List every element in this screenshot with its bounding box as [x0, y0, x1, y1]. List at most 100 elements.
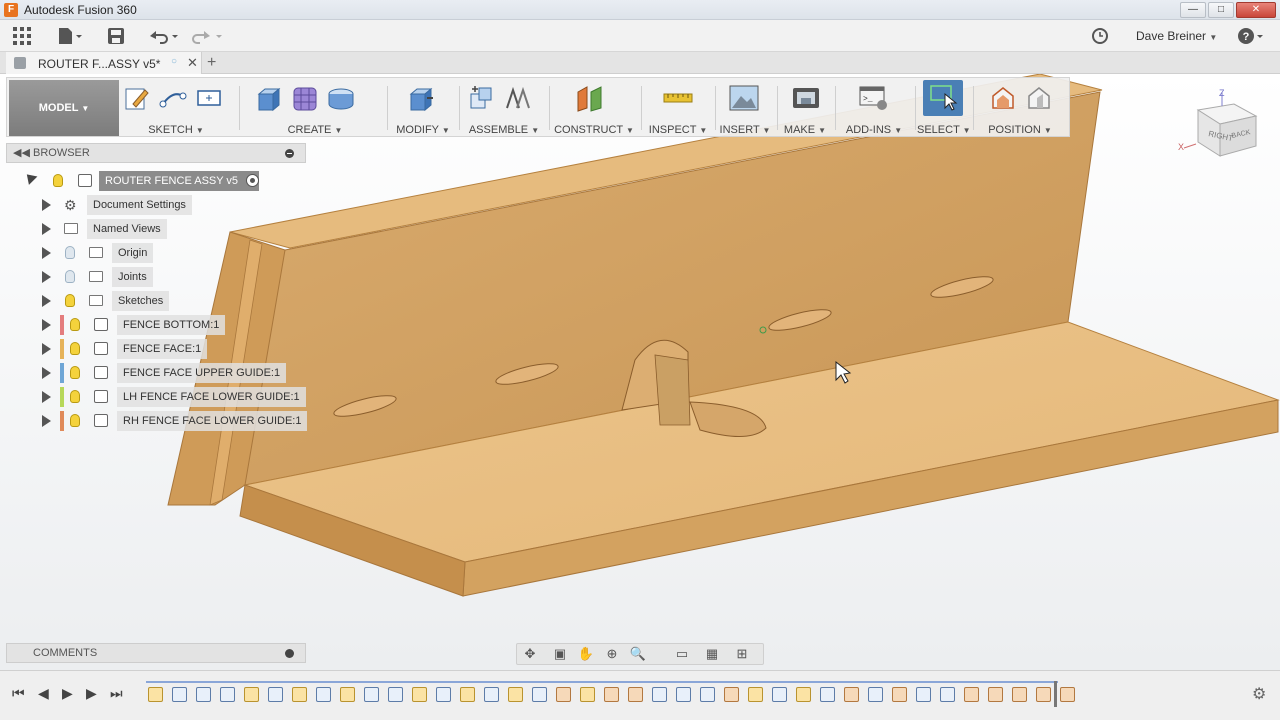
timeline-feature-icon[interactable] [508, 687, 523, 702]
form-icon[interactable] [291, 84, 319, 112]
select-icon[interactable] [929, 84, 958, 112]
position-group[interactable]: POSITION ▼ [977, 78, 1063, 136]
browser-item-origin[interactable]: Origin [40, 243, 220, 263]
expand-icon[interactable] [42, 391, 51, 403]
rectangle-icon[interactable] [195, 84, 223, 112]
expand-icon[interactable] [42, 343, 51, 355]
undo-icon[interactable] [146, 26, 180, 46]
visibility-bulb-icon[interactable] [70, 366, 80, 379]
redo-icon[interactable] [190, 26, 224, 46]
visibility-bulb-icon[interactable] [70, 318, 80, 331]
scripts-icon[interactable]: >_ [859, 84, 887, 112]
help-icon[interactable]: ? [1236, 26, 1266, 46]
timeline-feature-icon[interactable] [772, 687, 787, 702]
browser-item-joints[interactable]: Joints [40, 267, 220, 287]
expand-icon[interactable] [42, 319, 51, 331]
select-group[interactable]: SELECT ▼ [917, 78, 971, 136]
timeline-feature-icon[interactable] [244, 687, 259, 702]
timeline-feature-icon[interactable] [412, 687, 427, 702]
pan-hand-icon[interactable]: ✋ [577, 646, 595, 662]
timeline-feature-icon[interactable] [220, 687, 235, 702]
timeline-feature-icon[interactable] [676, 687, 691, 702]
timeline-feature-icon[interactable] [604, 687, 619, 702]
grid-settings-icon[interactable]: ▦ [703, 646, 721, 662]
expand-icon[interactable] [42, 223, 51, 235]
inspect-menu[interactable]: INSPECT ▼ [645, 124, 711, 136]
expand-icon[interactable] [42, 367, 51, 379]
revert-position-icon[interactable] [1025, 84, 1053, 112]
timeline-feature-icon[interactable] [868, 687, 883, 702]
timeline-feature-icon[interactable] [556, 687, 571, 702]
timeline-feature-icon[interactable] [1060, 687, 1075, 702]
timeline-feature-icon[interactable] [340, 687, 355, 702]
timeline-feature-icon[interactable] [436, 687, 451, 702]
assemble-menu[interactable]: ASSEMBLE ▼ [463, 124, 545, 136]
make-menu[interactable]: MAKE ▼ [781, 124, 829, 136]
timeline-feature-icon[interactable] [1036, 687, 1051, 702]
hole-icon[interactable] [327, 84, 355, 112]
create-menu[interactable]: CREATE ▼ [253, 124, 377, 136]
construct-group[interactable]: CONSTRUCT ▼ [553, 78, 635, 136]
new-component-icon[interactable] [467, 84, 495, 112]
modify-menu[interactable]: MODIFY ▼ [391, 124, 455, 136]
browser-pin-icon[interactable] [285, 149, 294, 158]
insert-group[interactable]: INSERT ▼ [719, 78, 771, 136]
timeline-feature-icon[interactable] [196, 687, 211, 702]
add-ins-group[interactable]: >_ ADD-INS ▼ [839, 78, 909, 136]
timeline-feature-icon[interactable] [628, 687, 643, 702]
new-tab-button[interactable]: + [207, 54, 216, 72]
file-icon[interactable] [56, 26, 84, 46]
display-settings-icon[interactable]: ▭ [673, 646, 691, 662]
timeline-feature-icon[interactable] [916, 687, 931, 702]
expand-icon[interactable] [42, 295, 51, 307]
add-ins-menu[interactable]: ADD-INS ▼ [839, 124, 909, 136]
expand-icon[interactable] [42, 247, 51, 259]
timeline-feature-icon[interactable] [892, 687, 907, 702]
expand-icon[interactable] [42, 199, 51, 211]
press-pull-icon[interactable] [407, 84, 435, 112]
step-back-icon[interactable]: ◀ [38, 685, 49, 702]
3d-print-icon[interactable] [791, 84, 819, 112]
activate-radio-icon[interactable] [246, 174, 259, 187]
timeline-feature-icon[interactable] [460, 687, 475, 702]
timeline-feature-icon[interactable] [964, 687, 979, 702]
collapse-browser-icon[interactable]: ◀◀ [13, 146, 30, 159]
timeline-feature-icon[interactable] [268, 687, 283, 702]
browser-item-named-views[interactable]: Named Views [40, 219, 220, 239]
sketch-menu[interactable]: SKETCH ▼ [121, 124, 231, 136]
clock-icon[interactable] [1090, 26, 1110, 46]
timeline-feature-icon[interactable] [292, 687, 307, 702]
browser-item-fence-face-upper-guide[interactable]: FENCE FACE UPPER GUIDE:1 [40, 363, 287, 383]
timeline-feature-icon[interactable] [364, 687, 379, 702]
visibility-bulb-icon[interactable] [65, 294, 75, 307]
visibility-bulb-icon[interactable] [65, 270, 75, 283]
browser-item-lh-fence-face-lower-guide[interactable]: LH FENCE FACE LOWER GUIDE:1 [40, 387, 306, 407]
go-to-end-icon[interactable]: ⏭ [110, 685, 123, 702]
position-menu[interactable]: POSITION ▼ [977, 124, 1063, 136]
timeline-feature-icon[interactable] [844, 687, 859, 702]
visibility-bulb-icon[interactable] [53, 174, 63, 187]
offset-plane-icon[interactable] [575, 84, 603, 112]
orbit-icon[interactable]: ✥ [521, 646, 539, 662]
maximize-button[interactable]: □ [1208, 2, 1234, 18]
browser-root-node[interactable]: ROUTER FENCE ASSY v5 [20, 170, 270, 191]
create-group[interactable]: CREATE ▼ [253, 78, 377, 136]
browser-item-sketches[interactable]: Sketches [40, 291, 220, 311]
browser-header[interactable]: ◀◀ BROWSER [6, 143, 306, 163]
sketch-group[interactable]: SKETCH ▼ [121, 78, 231, 136]
minimize-button[interactable]: — [1180, 2, 1206, 18]
capture-position-icon[interactable] [989, 84, 1017, 112]
make-group[interactable]: MAKE ▼ [781, 78, 829, 136]
visibility-bulb-icon[interactable] [70, 342, 80, 355]
timeline-settings-gear-icon[interactable]: ⚙ [1252, 684, 1266, 704]
expand-icon[interactable] [42, 271, 51, 283]
user-menu[interactable]: Dave Breiner ▼ [1136, 29, 1217, 43]
viewports-icon[interactable]: ⊞ [733, 646, 751, 662]
timeline-feature-icon[interactable] [148, 687, 163, 702]
step-forward-icon[interactable]: ▶ [86, 685, 97, 702]
timeline-feature-icon[interactable] [388, 687, 403, 702]
document-tab[interactable]: ROUTER F...ASSY v5* ○ ✕ [6, 52, 202, 74]
visibility-bulb-icon[interactable] [70, 390, 80, 403]
timeline-feature-icon[interactable] [172, 687, 187, 702]
timeline-marker[interactable] [1054, 681, 1057, 707]
